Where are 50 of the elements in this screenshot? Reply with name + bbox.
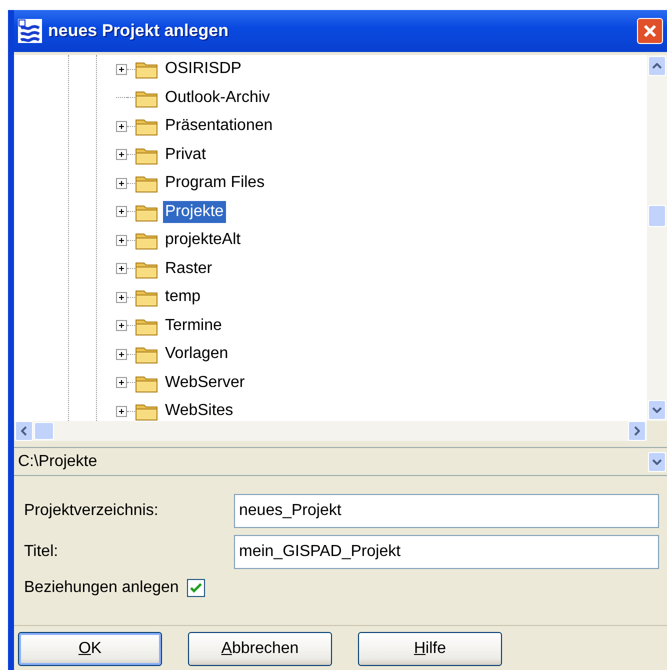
- tree-item[interactable]: projekteAlt: [163, 229, 243, 252]
- expand-icon[interactable]: [116, 320, 127, 332]
- tree-item[interactable]: Termine: [163, 314, 224, 337]
- expand-icon[interactable]: [116, 406, 127, 417]
- path-dropdown[interactable]: C:\Projekte: [14, 447, 667, 476]
- scroll-left-button[interactable]: [15, 421, 33, 441]
- tree-item[interactable]: Raster: [163, 258, 214, 280]
- tree-item[interactable]: temp: [163, 286, 203, 308]
- field-label: Titel:: [24, 542, 60, 562]
- expand-icon[interactable]: [116, 263, 127, 274]
- checkbox[interactable]: [186, 579, 205, 597]
- expand-icon[interactable]: [116, 178, 127, 189]
- tree-item[interactable]: WebServer: [163, 372, 247, 394]
- scroll-thumb[interactable]: [34, 422, 54, 440]
- expand-icon[interactable]: [116, 64, 127, 75]
- scroll-down-button[interactable]: [648, 400, 666, 420]
- tree-item[interactable]: Vorlagen: [163, 343, 230, 366]
- text-field[interactable]: mein_GISPAD_Projekt: [234, 535, 659, 569]
- expand-icon[interactable]: [116, 377, 127, 388]
- dropdown-button[interactable]: [648, 452, 666, 472]
- tree-item[interactable]: Privat: [163, 144, 208, 166]
- text-field[interactable]: neues_Projekt: [234, 494, 659, 528]
- checkbox-label: Beziehungen anlegen: [24, 578, 179, 598]
- window-title: neues Projekt anlegen: [48, 20, 230, 42]
- tree-item[interactable]: Präsentationen: [163, 115, 275, 138]
- tree-item[interactable]: OSIRISDP: [163, 58, 244, 80]
- horizontal-scrollbar[interactable]: [14, 421, 647, 441]
- field-label: Projektverzeichnis:: [24, 501, 160, 521]
- app-icon: [18, 19, 42, 43]
- scroll-thumb[interactable]: [648, 205, 666, 227]
- expand-icon[interactable]: [116, 149, 127, 160]
- dialog-button[interactable]: OK: [18, 632, 162, 666]
- path-text: C:\Projekte: [18, 452, 98, 472]
- scroll-up-button[interactable]: [648, 56, 666, 76]
- tree-item[interactable]: Program Files: [163, 172, 267, 194]
- expand-icon[interactable]: [116, 348, 127, 360]
- tree-item[interactable]: WebSites: [163, 400, 236, 421]
- dialog-button[interactable]: Abbrechen: [188, 632, 332, 666]
- dialog-button[interactable]: Hilfe: [358, 632, 502, 666]
- expand-icon[interactable]: [116, 120, 127, 132]
- expand-icon[interactable]: [116, 206, 127, 218]
- expand-icon[interactable]: [116, 234, 127, 246]
- close-icon: [643, 24, 657, 38]
- expand-icon[interactable]: [116, 292, 127, 303]
- scroll-right-button[interactable]: [628, 421, 646, 441]
- tree-item[interactable]: Projekte: [163, 200, 226, 223]
- tree-item[interactable]: Outlook-Archiv: [163, 86, 272, 109]
- vertical-scrollbar[interactable]: [647, 55, 667, 421]
- checkmark-icon: [190, 583, 202, 593]
- close-button[interactable]: [637, 18, 663, 44]
